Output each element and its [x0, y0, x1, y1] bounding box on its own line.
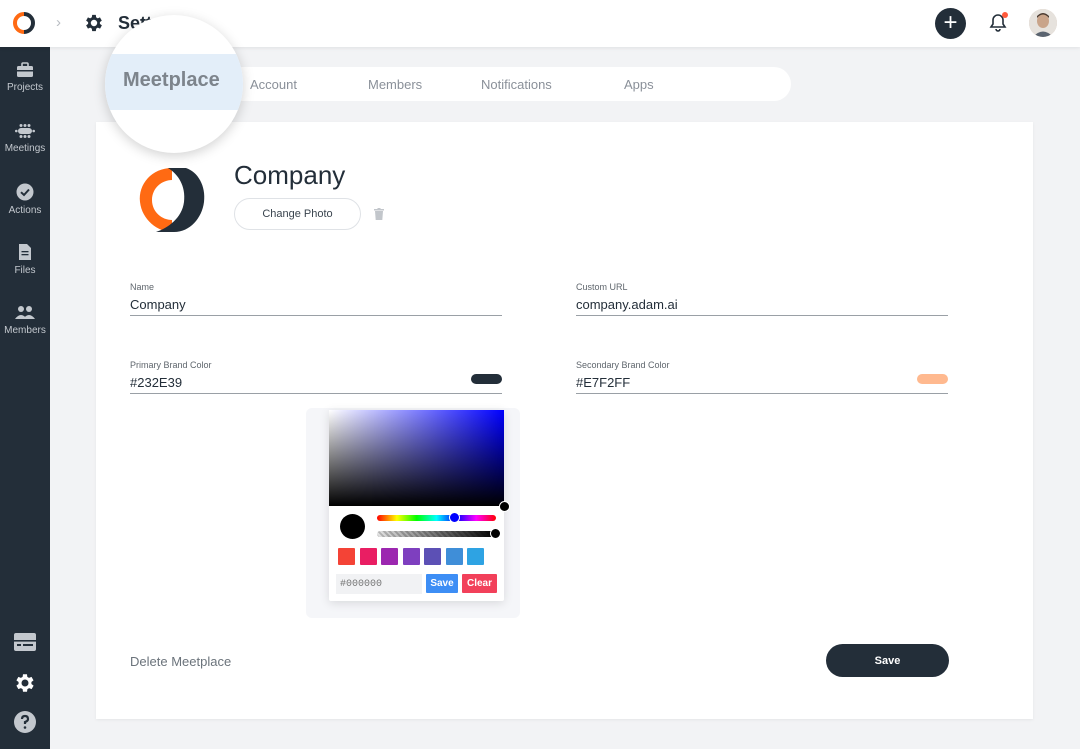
preset-swatch[interactable]	[359, 548, 377, 565]
name-label: Name	[130, 282, 155, 292]
sidebar-item-projects[interactable]: Projects	[0, 62, 50, 93]
preset-swatch[interactable]	[445, 548, 463, 565]
company-name-heading: Company	[234, 160, 346, 190]
sidebar-label: Members	[4, 325, 46, 336]
hex-color-input[interactable]	[336, 574, 422, 594]
sidebar-item-actions[interactable]: Actions	[0, 183, 50, 216]
sidebar: Projects Meetings Actions Files Members	[0, 47, 50, 749]
tab-apps[interactable]: Apps	[624, 77, 654, 92]
color-picker: Save Clear	[329, 410, 510, 601]
secondary-color-field[interactable]: Secondary Brand Color #E7F2FF	[576, 360, 948, 394]
tab-notifications[interactable]: Notifications	[481, 77, 552, 92]
trash-icon[interactable]	[374, 208, 384, 220]
change-photo-button[interactable]: Change Photo	[234, 198, 361, 230]
custom-url-label: Custom URL	[576, 282, 628, 292]
company-logo-image	[139, 168, 205, 232]
secondary-color-label: Secondary Brand Color	[576, 360, 670, 370]
plus-icon: +	[943, 9, 958, 36]
sidebar-item-files[interactable]: Files	[0, 243, 50, 276]
preset-swatch[interactable]	[424, 548, 441, 565]
sidebar-label: Files	[14, 265, 36, 276]
help-icon[interactable]	[13, 710, 37, 734]
delete-meetplace-link[interactable]: Delete Meetplace	[130, 654, 231, 669]
saturation-handle[interactable]	[499, 501, 510, 512]
secondary-color-swatch[interactable]	[917, 374, 948, 384]
custom-url-input[interactable]: company.adam.ai	[576, 297, 678, 312]
add-button[interactable]: +	[935, 8, 966, 39]
sidebar-label: Meetings	[4, 143, 46, 154]
name-field[interactable]: Name Company	[130, 282, 502, 316]
current-color-preview	[340, 514, 365, 539]
check-circle-icon	[16, 183, 34, 201]
tab-account[interactable]: Account	[250, 77, 297, 92]
hue-handle[interactable]	[449, 512, 460, 523]
settings-gear-icon	[86, 14, 102, 32]
primary-color-label: Primary Brand Color	[130, 360, 212, 370]
settings-card: Company Change Photo Name Company Custom…	[96, 122, 1033, 719]
file-icon	[19, 244, 31, 260]
opacity-handle[interactable]	[490, 528, 501, 539]
preset-swatch[interactable]	[381, 548, 398, 565]
notification-dot	[1002, 12, 1008, 18]
sidebar-label: Actions	[8, 205, 42, 216]
tab-meetplace[interactable]: Meetplace	[123, 69, 220, 92]
preset-swatch[interactable]	[402, 548, 420, 565]
magnifier-highlight: Meetplace	[105, 15, 243, 153]
user-avatar[interactable]	[1029, 9, 1057, 37]
custom-url-field[interactable]: Custom URL company.adam.ai	[576, 282, 948, 316]
saturation-value-area[interactable]	[329, 410, 504, 506]
secondary-color-input[interactable]: #E7F2FF	[576, 375, 630, 390]
breadcrumb-separator-icon: ›	[56, 14, 61, 31]
tab-members[interactable]: Members	[368, 77, 422, 92]
picker-save-button[interactable]: Save	[426, 574, 458, 593]
primary-color-input[interactable]: #232E39	[130, 375, 182, 390]
save-button[interactable]: Save	[826, 644, 949, 677]
gear-icon[interactable]	[13, 671, 37, 695]
preset-swatch[interactable]	[338, 548, 355, 565]
picker-clear-button[interactable]: Clear	[462, 574, 497, 593]
app-logo-icon[interactable]	[13, 12, 35, 34]
people-icon	[15, 306, 35, 319]
hue-slider[interactable]	[377, 515, 496, 521]
sidebar-item-meetings[interactable]: Meetings	[0, 123, 50, 154]
meeting-table-icon	[15, 124, 35, 138]
sidebar-item-members[interactable]: Members	[0, 305, 50, 336]
name-input[interactable]: Company	[130, 297, 186, 312]
avatar-image	[1029, 9, 1057, 37]
sidebar-label: Projects	[6, 82, 44, 93]
preset-swatch[interactable]	[467, 548, 484, 565]
keyboard-icon[interactable]	[13, 630, 37, 654]
opacity-slider[interactable]	[377, 531, 496, 537]
briefcase-icon	[17, 62, 33, 77]
primary-color-field[interactable]: Primary Brand Color #232E39	[130, 360, 502, 394]
primary-color-swatch[interactable]	[471, 374, 502, 384]
